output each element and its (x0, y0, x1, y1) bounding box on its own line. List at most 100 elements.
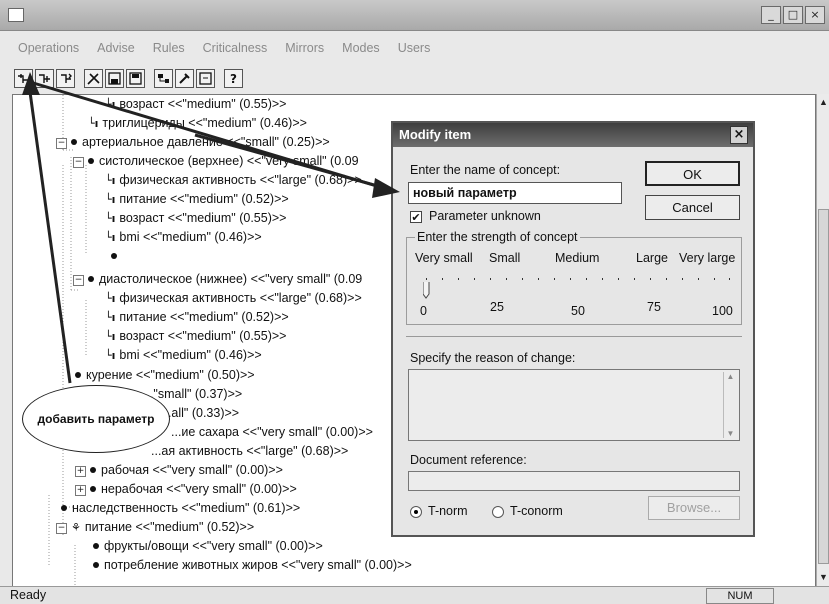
tools-icon[interactable] (84, 68, 103, 88)
tree-item[interactable]: └ı bmi <<"medium" (0.46)>> (105, 346, 262, 365)
tree-item[interactable]: └ı возраст <<"medium" (0.55)>> (105, 327, 286, 346)
node-bullet-icon (90, 486, 96, 492)
collapse-icon[interactable]: − (56, 138, 67, 149)
tree-item-label: питание <<"medium" (0.52)>> (84, 520, 255, 534)
tree-item[interactable]: фрукты/овощи <<"very small" (0.00)>> (93, 537, 323, 556)
scroll-up-icon[interactable]: ▲ (724, 372, 737, 381)
tree-item[interactable]: ...all" (0.33)>> (161, 404, 239, 423)
cancel-button[interactable]: Cancel (645, 195, 740, 220)
minimize-button[interactable]: _ (761, 6, 781, 24)
annotation-callout: добавить параметр (22, 385, 170, 453)
scroll-down-icon[interactable]: ▼ (817, 571, 829, 584)
tree-item[interactable]: − артериальное давление <<"small" (0.25)>… (56, 133, 330, 152)
tree-item-label: bmi <<"medium" (0.46)>> (119, 348, 262, 362)
tree-item[interactable]: └ı возраст <<"medium" (0.55)>> (105, 209, 286, 228)
tree-item[interactable]: − диастолическое (нижнее) <<"very small" … (73, 270, 362, 289)
tree-item-label: возраст <<"medium" (0.55)>> (119, 329, 287, 343)
menu-users[interactable]: Users (389, 38, 440, 58)
title-bar: _ □ × (0, 0, 829, 31)
separator (406, 336, 742, 337)
leaf-icon: └ı (105, 231, 116, 244)
collapse-icon[interactable]: − (56, 523, 67, 534)
save-icon[interactable] (105, 68, 124, 88)
browse-button[interactable]: Browse... (648, 496, 740, 520)
tree-item[interactable]: курение <<"medium" (0.50)>> (75, 366, 255, 385)
collapse-icon[interactable]: − (73, 275, 84, 286)
expand-icon[interactable]: + (75, 485, 86, 496)
tree-item[interactable]: ...ие сахара <<"very small" (0.00)>> (171, 423, 373, 442)
collapse-icon[interactable]: − (73, 157, 84, 168)
leaf-icon: └ı (105, 349, 116, 362)
tree-item-label: ...ие сахара <<"very small" (0.00)>> (171, 425, 373, 439)
window-icon[interactable] (196, 68, 215, 88)
add-child-icon[interactable] (14, 68, 33, 88)
scale-number-50: 50 (571, 304, 585, 318)
help-icon[interactable]: ? (224, 68, 243, 88)
tree-item-empty[interactable] (111, 247, 122, 266)
tree-item[interactable]: потребление животных жиров <<"very small… (93, 556, 412, 575)
concept-name-input[interactable]: новый параметр (408, 182, 622, 204)
document-reference-label: Document reference: (410, 453, 527, 467)
tree-item[interactable]: └ı bmi <<"medium" (0.46)>> (105, 228, 262, 247)
reason-label: Specify the reason of change: (410, 351, 576, 365)
expand-icon[interactable]: + (75, 466, 86, 477)
save-as-icon[interactable] (126, 68, 145, 88)
menu-modes[interactable]: Modes (333, 38, 389, 58)
svg-text:?: ? (230, 72, 237, 86)
t-norm-radio[interactable] (410, 506, 422, 518)
tree-item[interactable]: └ı физическая активность <<"large" (0.68)… (105, 171, 362, 190)
node-bullet-icon (93, 543, 99, 549)
scale-label-medium: Medium (555, 251, 600, 265)
menu-bar: Operations Advise Rules Criticalness Mir… (0, 38, 439, 58)
menu-rules[interactable]: Rules (144, 38, 194, 58)
tree-view-icon[interactable] (154, 68, 173, 88)
menu-operations[interactable]: Operations (0, 38, 88, 58)
scroll-up-icon[interactable]: ▲ (817, 96, 829, 109)
scroll-thumb[interactable] (818, 209, 829, 564)
maximize-button[interactable]: □ (783, 6, 803, 24)
add-sibling-icon[interactable] (35, 68, 54, 88)
tree-item-label: диастолическое (нижнее) <<"very small" (… (99, 272, 363, 286)
dialog-title: Modify item (399, 127, 472, 142)
strength-groupbox: Enter the strength of concept Very small… (406, 230, 742, 325)
tree-item[interactable]: − ⚘ питание <<"medium" (0.52)>> (56, 518, 254, 537)
parameter-unknown-checkbox[interactable]: ✔ (410, 211, 422, 223)
tree-item-label: ...ая активность <<"large" (0.68)>> (151, 444, 349, 458)
tree-item[interactable]: + нерабочая <<"very small" (0.00)>> (75, 480, 297, 499)
tree-item[interactable]: └ı питание <<"medium" (0.52)>> (105, 190, 289, 209)
leaf-icon: └ı (105, 311, 116, 324)
ok-button[interactable]: OK (645, 161, 740, 186)
tree-item[interactable]: └ı физическая активность <<"large" (0.68)… (105, 289, 362, 308)
menu-mirrors[interactable]: Mirrors (276, 38, 333, 58)
reason-scrollbar[interactable]: ▲ ▼ (723, 372, 737, 438)
document-reference-input[interactable] (408, 471, 740, 491)
dialog-title-bar: Modify item × (393, 123, 753, 147)
tree-item[interactable]: ...ая активность <<"large" (0.68)>> (151, 442, 348, 461)
tree-item[interactable]: └ı питание <<"medium" (0.52)>> (105, 308, 289, 327)
t-conorm-radio[interactable] (492, 506, 504, 518)
concept-name-value: новый параметр (413, 186, 517, 200)
menu-criticalness[interactable]: Criticalness (194, 38, 277, 58)
tree-item[interactable]: + рабочая <<"very small" (0.00)>> (75, 461, 283, 480)
node-bullet-icon (88, 158, 94, 164)
move-node-icon[interactable] (56, 68, 75, 88)
tree-item-label: наследственность <<"medium" (0.61)>> (72, 501, 301, 515)
edit-tool-icon[interactable] (175, 68, 194, 88)
num-lock-indicator: NUM (706, 588, 774, 604)
tree-item[interactable]: └ı возраст <<"medium" (0.55)>> (105, 95, 286, 114)
scale-label-very-small: Very small (415, 251, 473, 265)
tree-item[interactable]: └ı триглицериды <<"medium" (0.46)>> (88, 114, 307, 133)
strength-slider[interactable] (423, 272, 733, 302)
tree-item[interactable]: − систолическое (верхнее) <<"very small" … (73, 152, 359, 171)
tree-scrollbar[interactable]: ▲ ▼ (816, 94, 829, 586)
scroll-down-icon[interactable]: ▼ (724, 429, 737, 438)
close-window-button[interactable]: × (805, 6, 825, 24)
tree-item-label: курение <<"medium" (0.50)>> (86, 368, 255, 382)
menu-advise[interactable]: Advise (88, 38, 144, 58)
leaf-icon: └ı (105, 98, 116, 111)
reason-textarea[interactable]: ▲ ▼ (408, 369, 740, 441)
leaf-icon: └ı (88, 117, 99, 130)
dialog-close-icon[interactable]: × (730, 126, 748, 144)
tree-item-label: нерабочая <<"very small" (0.00)>> (101, 482, 297, 496)
tree-item[interactable]: наследственность <<"medium" (0.61)>> (61, 499, 300, 518)
